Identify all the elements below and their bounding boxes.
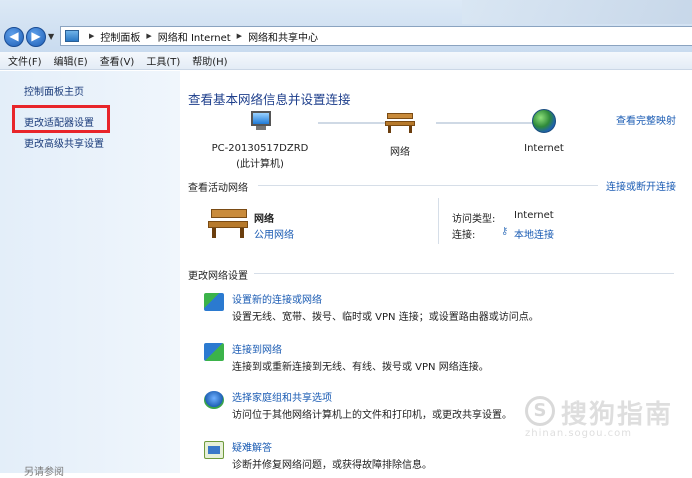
breadcrumb-sharing-center[interactable]: 网络和共享中心: [248, 29, 318, 44]
connect-disconnect-link[interactable]: 连接或断开连接: [606, 178, 676, 193]
ethernet-plug-icon: ⚷: [501, 226, 509, 237]
active-network-name: 网络: [254, 214, 274, 225]
forward-button[interactable]: ▶: [26, 27, 46, 47]
menu-tools[interactable]: 工具(T): [146, 53, 180, 68]
history-dropdown-icon[interactable]: ▼: [48, 32, 54, 41]
network-type-link[interactable]: 公用网络: [254, 226, 294, 241]
network-setup-icon: [204, 293, 224, 311]
node-network: 网络: [370, 111, 430, 158]
globe-icon: [532, 109, 556, 133]
breadcrumb: ▶ 控制面板 ▶ 网络和 Internet ▶ 网络和共享中心: [83, 29, 318, 44]
network-bench-icon: [208, 207, 248, 239]
watermark-text: 搜狗指南: [561, 400, 674, 430]
change-settings-title: 更改网络设置: [188, 271, 248, 282]
divider: [254, 273, 674, 274]
computer-icon: [247, 111, 273, 131]
access-type-label: 访问类型:: [452, 214, 496, 225]
task-description: 诊断并修复网络问题，或获得故障排除信息。: [232, 460, 432, 471]
access-type-value: Internet: [514, 210, 554, 221]
menu-help[interactable]: 帮助(H): [192, 53, 227, 68]
computer-name: PC-20130517DZRD: [211, 143, 309, 154]
network-label: 网络: [390, 147, 410, 158]
back-button[interactable]: ◀: [4, 27, 24, 47]
chevron-right-icon: ▶: [146, 32, 152, 40]
task-description: 连接到或重新连接到无线、有线、拨号或 VPN 网络连接。: [232, 362, 489, 373]
chevron-right-icon: ▶: [236, 32, 243, 40]
task-link[interactable]: 疑难解答: [232, 439, 272, 454]
breadcrumb-network-internet[interactable]: 网络和 Internet: [158, 29, 231, 44]
active-networks-title: 查看活动网络: [188, 183, 248, 194]
computer-sub: (此计算机): [236, 159, 284, 170]
task-description: 设置无线、宽带、拨号、临时或 VPN 连接；或设置路由器或访问点。: [232, 312, 539, 323]
node-internet: Internet: [514, 109, 574, 154]
blurred-region: [462, 0, 692, 24]
divider: [258, 185, 598, 186]
chevron-right-icon: ▶: [89, 32, 95, 40]
task-link[interactable]: 选择家庭组和共享选项: [232, 389, 332, 404]
task-description: 访问位于其他网络计算机上的文件和打印机，或更改共享设置。: [232, 410, 512, 421]
troubleshoot-icon: [204, 441, 224, 459]
internet-label: Internet: [524, 143, 564, 154]
watermark-logo-icon: S: [525, 396, 555, 426]
network-connect-icon: [204, 343, 224, 361]
node-computer: PC-20130517DZRD (此计算机): [200, 111, 320, 170]
connection-label: 连接:: [452, 230, 476, 241]
address-bar[interactable]: ▶ 控制面板 ▶ 网络和 Internet ▶ 网络和共享中心: [60, 26, 692, 46]
watermark: S 搜狗指南 zhinan.sogou.com: [525, 392, 685, 442]
sidebar: 控制面板主页 更改适配器设置 更改高级共享设置 另请参阅: [0, 71, 180, 478]
see-also-label: 另请参阅: [24, 467, 64, 478]
bench-icon: [385, 111, 415, 133]
sidebar-item-advanced-sharing[interactable]: 更改高级共享设置: [24, 135, 104, 150]
sidebar-item-adapter-settings[interactable]: 更改适配器设置: [24, 114, 94, 129]
page-title: 查看基本网络信息并设置连接: [188, 92, 351, 107]
menu-file[interactable]: 文件(F): [8, 53, 42, 68]
menu-view[interactable]: 查看(V): [100, 53, 135, 68]
breadcrumb-control-panel[interactable]: 控制面板: [100, 29, 140, 44]
local-connection-link[interactable]: 本地连接: [514, 226, 554, 241]
menu-edit[interactable]: 编辑(E): [54, 53, 88, 68]
control-panel-icon: [65, 30, 79, 42]
watermark-url: zhinan.sogou.com: [525, 428, 633, 439]
task-link[interactable]: 设置新的连接或网络: [232, 291, 322, 306]
full-map-link[interactable]: 查看完整映射: [616, 112, 676, 127]
divider: [438, 198, 439, 244]
sidebar-item-home[interactable]: 控制面板主页: [24, 83, 84, 98]
task-link[interactable]: 连接到网络: [232, 341, 282, 356]
homegroup-icon: [204, 391, 224, 409]
menu-bar: 文件(F) 编辑(E) 查看(V) 工具(T) 帮助(H): [0, 52, 692, 70]
